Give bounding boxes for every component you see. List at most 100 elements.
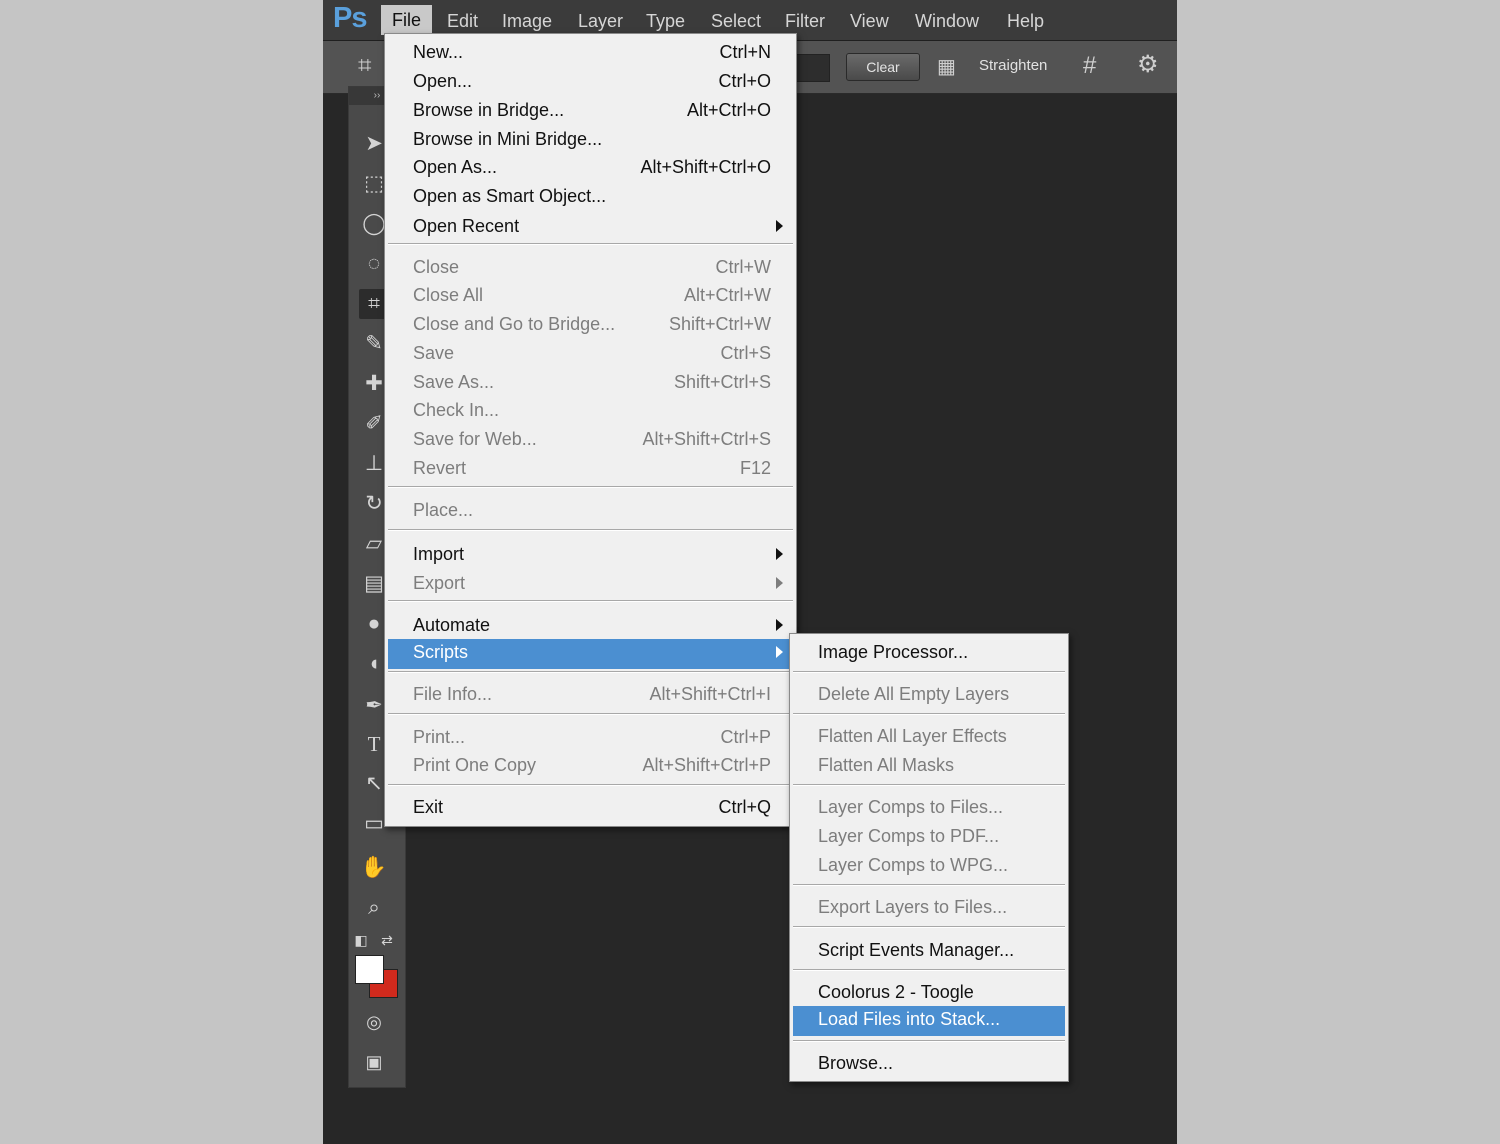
quick-mask-icon[interactable]: ◎	[359, 1007, 389, 1037]
straighten-icon[interactable]: ▦	[937, 55, 956, 79]
file-menu-item-place[interactable]: Place...	[388, 497, 793, 526]
menu-item-label: Browse in Bridge...	[413, 100, 565, 120]
scripts-item-delete-all-empty-layers[interactable]: Delete All Empty Layers	[793, 681, 1065, 710]
file-menu: New... Ctrl+N Open... Ctrl+O Browse in Bri…	[384, 33, 797, 827]
settings-gear-icon[interactable]: ⚙	[1137, 53, 1159, 77]
scripts-item-layer-comps-to-pdf[interactable]: Layer Comps to PDF...	[793, 823, 1065, 852]
file-menu-item-exit[interactable]: Exit Ctrl+Q	[388, 794, 793, 823]
menu-item-shortcut: Alt+Shift+Ctrl+I	[649, 684, 771, 704]
scripts-submenu: Image Processor... Delete All Empty Laye…	[789, 633, 1069, 1082]
grid-overlay-icon[interactable]: #	[1083, 54, 1096, 78]
file-menu-item-save-for-web[interactable]: Save for Web... Alt+Shift+Ctrl+S	[388, 426, 793, 455]
scripts-item-script-events-manager[interactable]: Script Events Manager...	[793, 937, 1065, 966]
scripts-item-load-files-into-stack[interactable]: Load Files into Stack...	[793, 1006, 1065, 1036]
menu-separator	[388, 486, 793, 488]
menu-separator	[388, 529, 793, 531]
menu-item-label: Save	[413, 343, 455, 363]
straighten-label[interactable]: Straighten	[979, 57, 1047, 74]
file-menu-item-save[interactable]: Save Ctrl+S	[388, 340, 793, 369]
file-menu-item-browse-in-mini-bridge[interactable]: Browse in Mini Bridge...	[388, 126, 793, 155]
menu-image[interactable]: Image	[499, 9, 555, 33]
menu-item-label: Exit	[413, 797, 444, 817]
menu-item-label: Print...	[413, 727, 466, 747]
menu-item-label: Check In...	[413, 400, 500, 420]
file-menu-item-print[interactable]: Print... Ctrl+P	[388, 724, 793, 753]
file-menu-item-save-as[interactable]: Save As... Shift+Ctrl+S	[388, 369, 793, 398]
menu-file[interactable]: File	[381, 5, 433, 35]
submenu-arrow-icon	[776, 548, 783, 560]
file-menu-item-close-all[interactable]: Close All Alt+Ctrl+W	[388, 282, 793, 311]
menu-type[interactable]: Type	[643, 9, 688, 33]
menu-item-label: Flatten All Layer Effects	[818, 726, 1007, 746]
menu-separator	[793, 784, 1065, 786]
crop-tool-icon[interactable]: ⌗	[358, 54, 372, 78]
scripts-item-export-layers-to-files[interactable]: Export Layers to Files...	[793, 894, 1065, 923]
menu-separator	[793, 926, 1065, 928]
scripts-item-coolorus-toggle[interactable]: Coolorus 2 - Toogle	[793, 979, 1065, 1008]
menu-window[interactable]: Window	[912, 9, 982, 33]
scripts-item-browse[interactable]: Browse...	[793, 1050, 1065, 1079]
menu-item-label: Layer Comps to PDF...	[818, 826, 1000, 846]
menu-item-label: File Info...	[413, 684, 493, 704]
file-menu-item-close[interactable]: Close Ctrl+W	[388, 254, 793, 283]
scripts-item-layer-comps-to-files[interactable]: Layer Comps to Files...	[793, 794, 1065, 823]
swap-colors-icon[interactable]: ⇄	[377, 925, 397, 955]
menu-item-shortcut: Alt+Ctrl+W	[683, 285, 771, 305]
file-menu-item-file-info[interactable]: File Info... Alt+Shift+Ctrl+I	[388, 681, 793, 710]
scripts-item-flatten-all-masks[interactable]: Flatten All Masks	[793, 752, 1065, 781]
zoom-tool-icon[interactable]: ⌕	[359, 893, 389, 923]
clear-button[interactable]: Clear	[846, 53, 920, 81]
file-menu-item-check-in[interactable]: Check In...	[388, 397, 793, 426]
menu-item-shortcut: Alt+Shift+Ctrl+O	[640, 157, 771, 177]
menu-separator	[388, 671, 793, 673]
menu-item-shortcut: F12	[739, 458, 771, 478]
menu-item-label: Save for Web...	[413, 429, 537, 449]
file-menu-item-open-as[interactable]: Open As... Alt+Shift+Ctrl+O	[388, 154, 793, 183]
menu-layer[interactable]: Layer	[575, 9, 626, 33]
menu-item-label: Load Files into Stack...	[818, 1009, 1001, 1029]
menu-edit[interactable]: Edit	[444, 9, 481, 33]
file-menu-item-import[interactable]: Import	[388, 541, 793, 570]
file-menu-item-revert[interactable]: Revert F12	[388, 455, 793, 484]
screen-mode-icon[interactable]: ▣	[359, 1047, 389, 1077]
menu-select[interactable]: Select	[708, 9, 764, 33]
file-menu-item-new[interactable]: New... Ctrl+N	[388, 39, 793, 68]
menu-item-shortcut: Ctrl+O	[718, 71, 771, 91]
file-menu-item-export[interactable]: Export	[388, 570, 793, 599]
scripts-item-image-processor[interactable]: Image Processor...	[793, 639, 1065, 668]
menu-item-shortcut: Alt+Shift+Ctrl+S	[642, 429, 771, 449]
file-menu-item-automate[interactable]: Automate	[388, 612, 793, 641]
menu-item-label: Browse...	[818, 1053, 894, 1073]
menu-item-label: Print One Copy	[413, 755, 537, 775]
menu-item-label: Scripts	[413, 642, 469, 662]
menu-help[interactable]: Help	[1004, 9, 1047, 33]
file-menu-item-open-recent[interactable]: Open Recent	[388, 213, 793, 242]
menu-item-label: Export	[413, 573, 466, 593]
hand-tool-icon[interactable]: ✋	[359, 853, 389, 883]
menu-item-label: Image Processor...	[818, 642, 969, 662]
file-menu-item-browse-in-bridge[interactable]: Browse in Bridge... Alt+Ctrl+O	[388, 97, 793, 126]
scripts-item-flatten-all-layer-effects[interactable]: Flatten All Layer Effects	[793, 723, 1065, 752]
file-menu-item-open-as-smart-object[interactable]: Open as Smart Object...	[388, 183, 793, 212]
menu-item-label: Place...	[413, 500, 474, 520]
default-colors-icon[interactable]: ◧	[351, 925, 371, 955]
scripts-item-layer-comps-to-wpg[interactable]: Layer Comps to WPG...	[793, 852, 1065, 881]
file-menu-item-print-one-copy[interactable]: Print One Copy Alt+Shift+Ctrl+P	[388, 752, 793, 781]
menu-item-label: Close and Go to Bridge...	[413, 314, 616, 334]
menu-item-label: Flatten All Masks	[818, 755, 955, 775]
menu-item-label: Import	[413, 544, 465, 564]
foreground-color-swatch[interactable]	[355, 955, 384, 984]
menu-item-label: Open Recent	[413, 216, 520, 236]
file-menu-item-close-and-go-to-bridge[interactable]: Close and Go to Bridge... Shift+Ctrl+W	[388, 311, 793, 340]
menu-view[interactable]: View	[847, 9, 892, 33]
menu-item-label: Layer Comps to WPG...	[818, 855, 1009, 875]
menu-item-shortcut: Ctrl+W	[715, 257, 772, 277]
menu-item-label: Browse in Mini Bridge...	[413, 129, 603, 149]
menu-separator	[388, 713, 793, 715]
menu-item-shortcut: Alt+Shift+Ctrl+P	[642, 755, 771, 775]
file-menu-item-open[interactable]: Open... Ctrl+O	[388, 68, 793, 97]
menu-item-shortcut: Shift+Ctrl+S	[673, 372, 771, 392]
menu-item-label: Close	[413, 257, 460, 277]
menu-filter[interactable]: Filter	[782, 9, 828, 33]
file-menu-item-scripts[interactable]: Scripts	[388, 639, 793, 669]
